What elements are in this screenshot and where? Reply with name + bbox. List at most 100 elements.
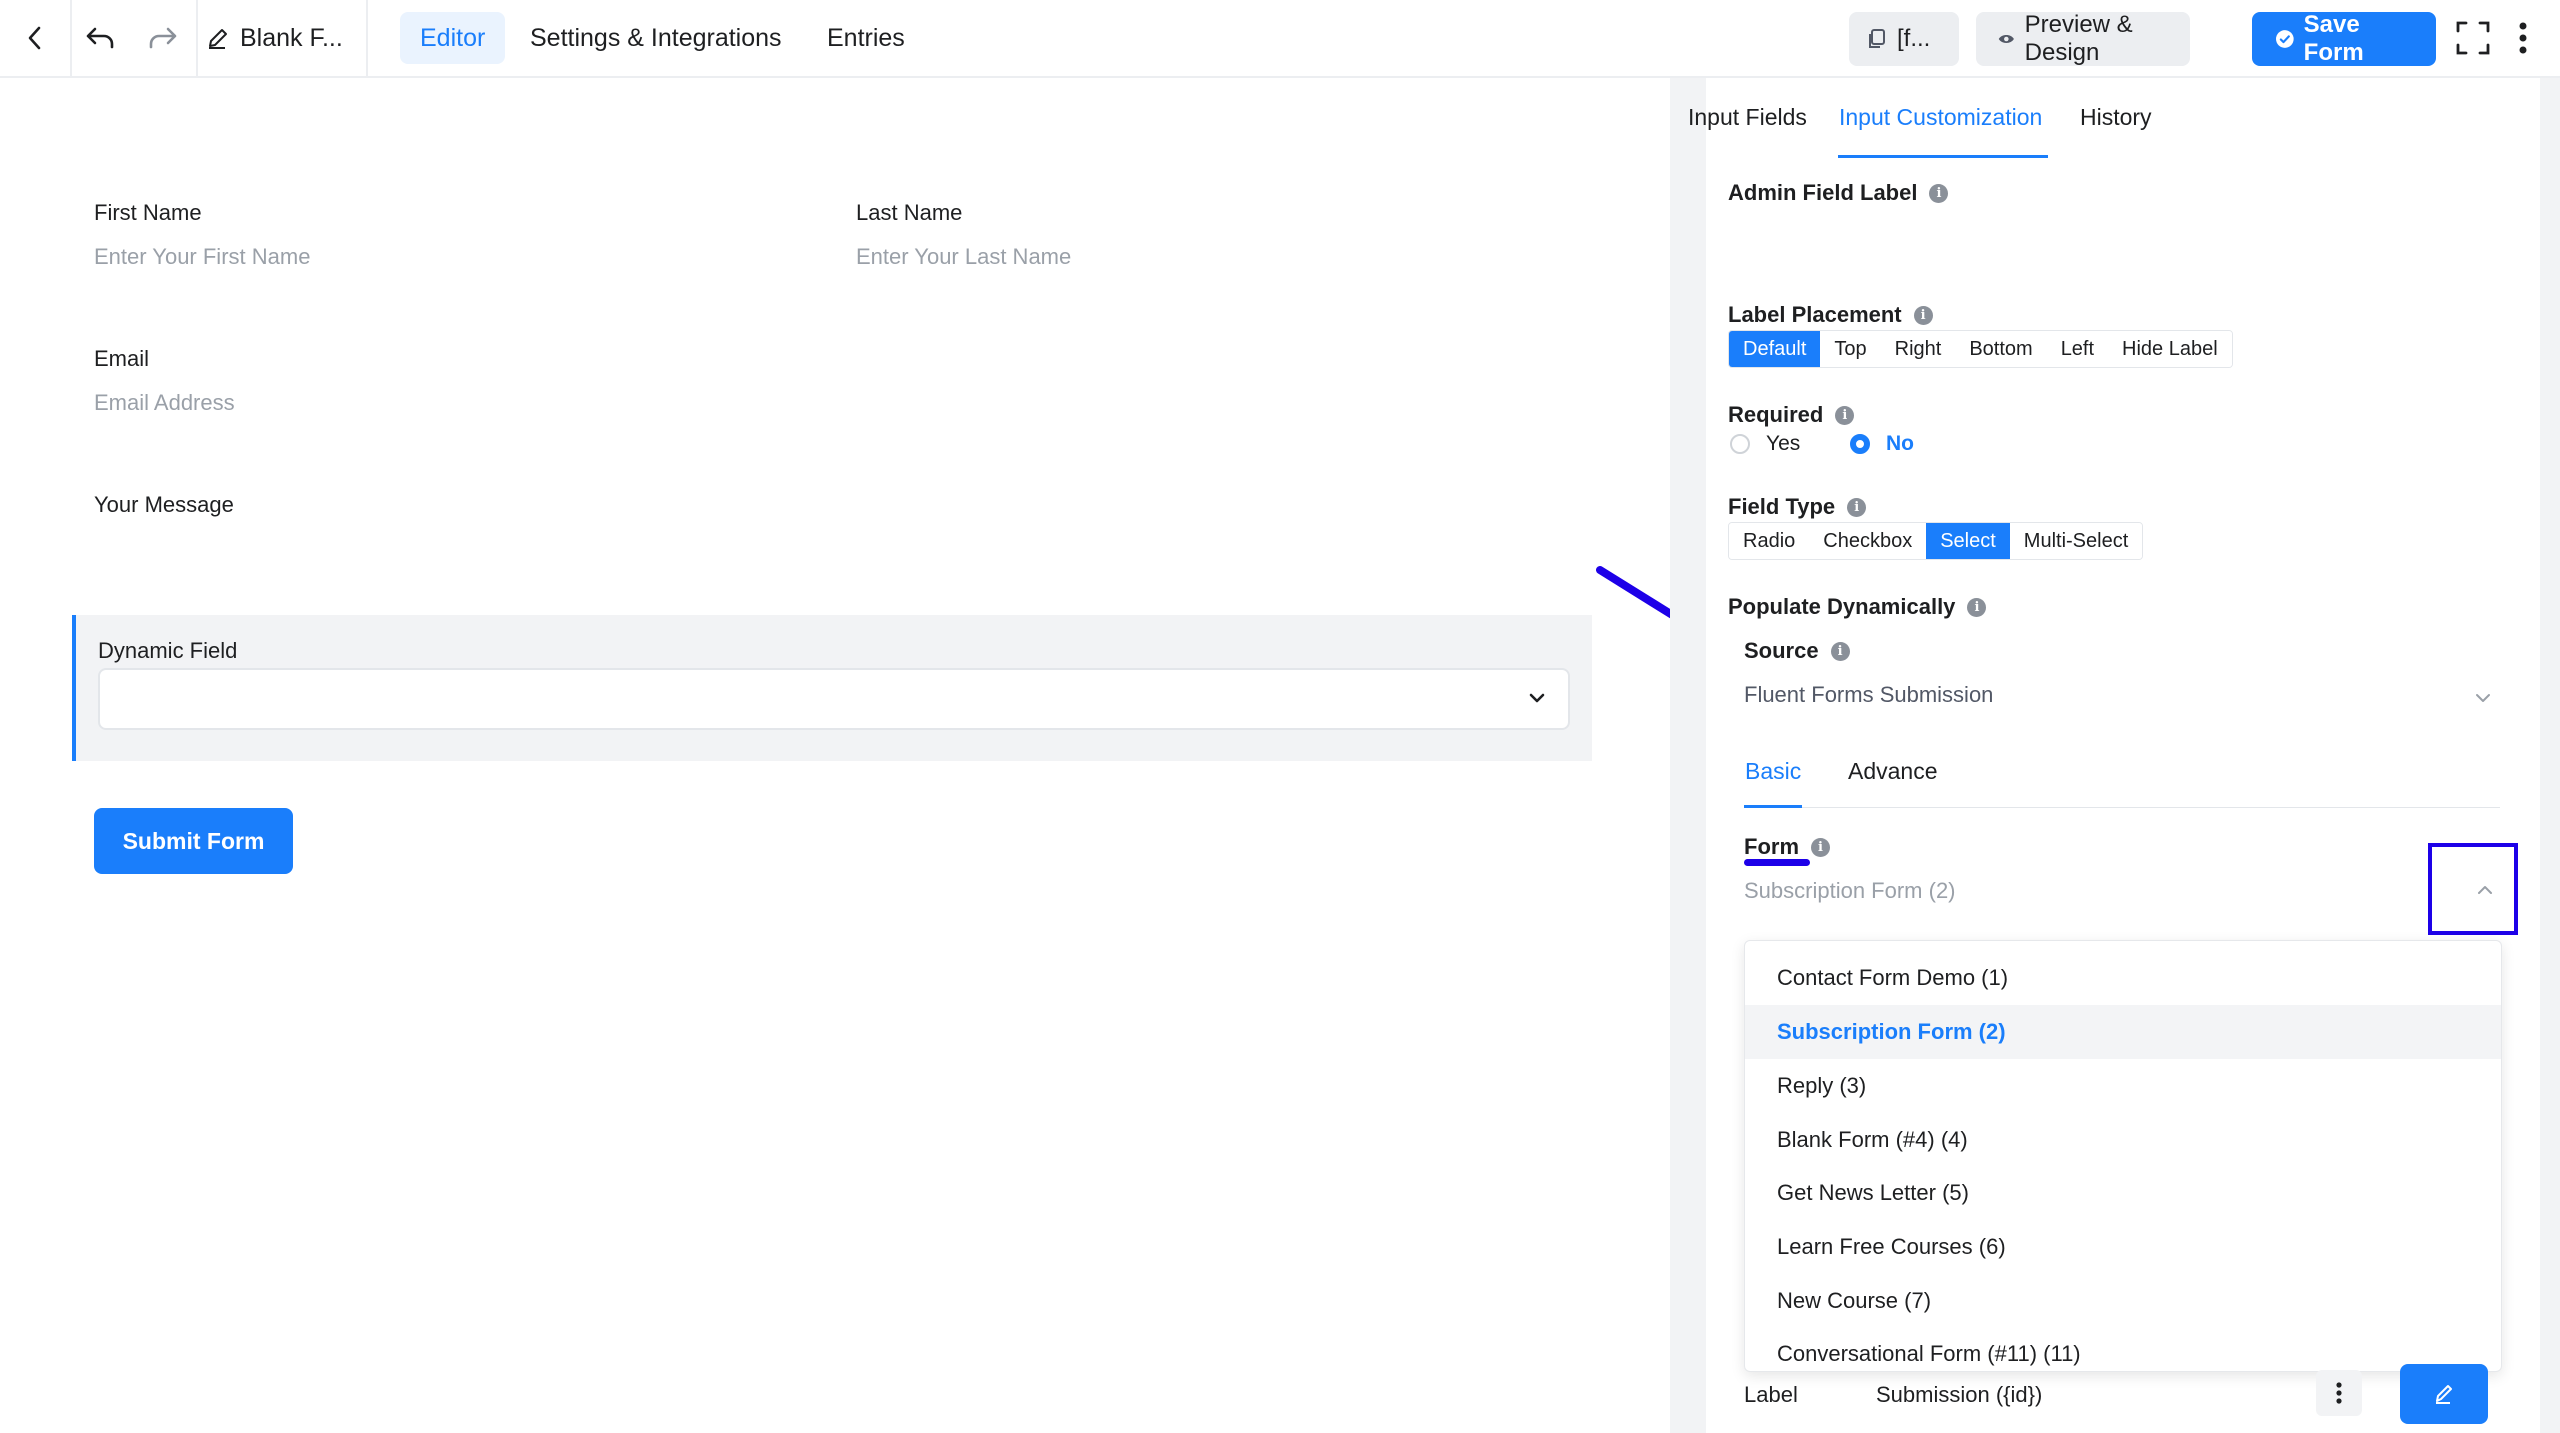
subtab-advance[interactable]: Advance <box>1848 758 1938 785</box>
required-text: Required <box>1728 402 1824 427</box>
back-button[interactable] <box>0 0 70 76</box>
field-type-group: Radio Checkbox Select Multi-Select <box>1728 522 2144 560</box>
required-yes-label: Yes <box>1766 432 1801 455</box>
save-form-button[interactable]: Save Form <box>2252 11 2436 66</box>
label-row-title: Label <box>1744 1382 1798 1407</box>
pencil-icon <box>2436 1385 2452 1404</box>
last-name-label: Last Name <box>856 200 963 225</box>
last-name-input[interactable]: Enter Your Last Name <box>856 244 1071 270</box>
tab-settings-integrations[interactable]: Settings & Integrations <box>510 12 802 64</box>
info-icon[interactable]: i <box>1830 641 1850 661</box>
label-placement-group: Default Top Right Bottom Left Hide Label <box>1728 330 2233 368</box>
source-title: Source i <box>1744 638 1850 664</box>
dropdown-option[interactable]: Contact Form Demo (1) <box>1745 951 2501 1005</box>
kebab-icon <box>2519 22 2527 54</box>
info-icon[interactable]: i <box>1913 305 1933 325</box>
label-edit-button[interactable] <box>2400 1364 2488 1424</box>
radio-yes[interactable] <box>1730 434 1750 454</box>
form-title-text: Blank F... <box>240 23 343 52</box>
separator <box>196 0 198 76</box>
eye-icon <box>1998 35 2014 43</box>
info-icon[interactable]: i <box>1847 497 1867 517</box>
dropdown-option[interactable]: Conversational Form (#11) (11) <box>1745 1327 2501 1371</box>
admin-field-input[interactable] <box>1728 216 2508 276</box>
placement-bottom[interactable]: Bottom <box>1955 331 2047 367</box>
check-circle-icon <box>2276 30 2294 48</box>
dropdown-option[interactable]: Blank Form (#4) (4) <box>1745 1113 2501 1167</box>
admin-field-label: Admin Field Label i <box>1728 180 1949 206</box>
required-yes-option[interactable]: Yes <box>1730 432 1800 456</box>
placement-left[interactable]: Left <box>2046 331 2109 367</box>
first-name-label: First Name <box>94 200 202 225</box>
annotation-highlight-box <box>2428 843 2518 935</box>
submit-form-button[interactable]: Submit Form <box>94 808 293 874</box>
undo-button[interactable] <box>70 0 130 76</box>
label-row-value[interactable]: Submission ({id}) <box>1876 1382 2042 1408</box>
preview-design-text: Preview & Design <box>2024 11 2133 66</box>
tab-input-fields[interactable]: Input Fields <box>1688 104 1807 131</box>
placement-default[interactable]: Default <box>1729 331 1821 367</box>
message-label: Your Message <box>94 492 234 517</box>
form-field-text: Form <box>1744 834 1799 859</box>
info-icon[interactable]: i <box>1835 405 1855 425</box>
placement-top[interactable]: Top <box>1820 331 1881 367</box>
save-form-text: Save Form <box>2303 11 2364 66</box>
email-label: Email <box>94 346 150 371</box>
placement-hide-label[interactable]: Hide Label <box>2108 331 2232 367</box>
shortcode-button[interactable]: [f... <box>1849 12 1959 66</box>
tab-history[interactable]: History <box>2080 104 2152 131</box>
radio-no[interactable] <box>1850 434 1870 454</box>
subtab-border <box>1744 807 2500 808</box>
field-type-checkbox[interactable]: Checkbox <box>1809 523 1927 559</box>
placement-right[interactable]: Right <box>1880 331 1956 367</box>
info-icon[interactable]: i <box>1929 183 1949 203</box>
field-type-radio[interactable]: Radio <box>1729 523 1810 559</box>
form-dropdown-list: Contact Form Demo (1) Subscription Form … <box>1744 940 2502 1372</box>
info-icon[interactable]: i <box>1967 597 1987 617</box>
form-title[interactable]: Blank F... <box>206 0 343 76</box>
dropdown-option-selected[interactable]: Subscription Form (2) <box>1745 1005 2501 1059</box>
fullscreen-button[interactable] <box>2452 0 2494 76</box>
redo-button[interactable] <box>130 0 196 76</box>
active-tab-indicator <box>1838 155 2048 158</box>
message-textarea[interactable] <box>94 530 1574 590</box>
more-menu-button[interactable] <box>2506 0 2540 76</box>
chevron-down-icon <box>1529 693 1545 703</box>
form-select[interactable]: Subscription Form (2) <box>1744 868 2500 918</box>
field-type-multi-select[interactable]: Multi-Select <box>2009 523 2143 559</box>
populate-dynamically-text: Populate Dynamically <box>1728 594 1956 619</box>
source-value: Fluent Forms Submission <box>1744 682 1994 707</box>
tab-editor[interactable]: Editor <box>400 12 506 64</box>
kebab-icon <box>2336 1382 2342 1404</box>
field-type-select[interactable]: Select <box>1926 523 2010 559</box>
field-type-text: Field Type <box>1728 494 1836 519</box>
annotation-underline <box>1744 859 1810 866</box>
panel-scrollbar[interactable] <box>2540 78 2560 1433</box>
required-no-label: No <box>1886 432 1914 455</box>
redo-icon <box>149 27 177 49</box>
panel-divider <box>1670 78 1706 1433</box>
tab-input-customization[interactable]: Input Customization <box>1839 104 2042 131</box>
populate-dynamically-title: Populate Dynamically i <box>1728 594 1987 620</box>
tab-entries[interactable]: Entries <box>807 12 925 64</box>
pencil-icon <box>209 29 227 49</box>
subtab-basic[interactable]: Basic <box>1745 758 1801 785</box>
dropdown-option[interactable]: Get News Letter (5) <box>1745 1166 2501 1220</box>
source-select[interactable]: Fluent Forms Submission <box>1744 672 2500 722</box>
email-input[interactable]: Email Address <box>94 390 235 416</box>
admin-field-label-text: Admin Field Label <box>1728 180 1918 205</box>
dynamic-field-label: Dynamic Field <box>98 638 238 663</box>
form-select-value: Subscription Form (2) <box>1744 878 1956 903</box>
preview-design-button[interactable]: Preview & Design <box>1976 11 2190 66</box>
first-name-input[interactable]: Enter Your First Name <box>94 244 310 270</box>
label-row-menu-button[interactable] <box>2316 1370 2362 1416</box>
dropdown-option[interactable]: Learn Free Courses (6) <box>1745 1220 2501 1274</box>
info-icon[interactable]: i <box>1811 837 1830 857</box>
dynamic-field-select[interactable] <box>98 668 1570 730</box>
label-placement-title: Label Placement i <box>1728 302 1933 328</box>
source-text: Source <box>1744 638 1819 663</box>
dropdown-option[interactable]: New Course (7) <box>1745 1274 2501 1328</box>
dropdown-option[interactable]: Reply (3) <box>1745 1059 2501 1113</box>
fullscreen-icon <box>2456 21 2490 55</box>
required-no-option[interactable]: No <box>1850 432 1914 456</box>
